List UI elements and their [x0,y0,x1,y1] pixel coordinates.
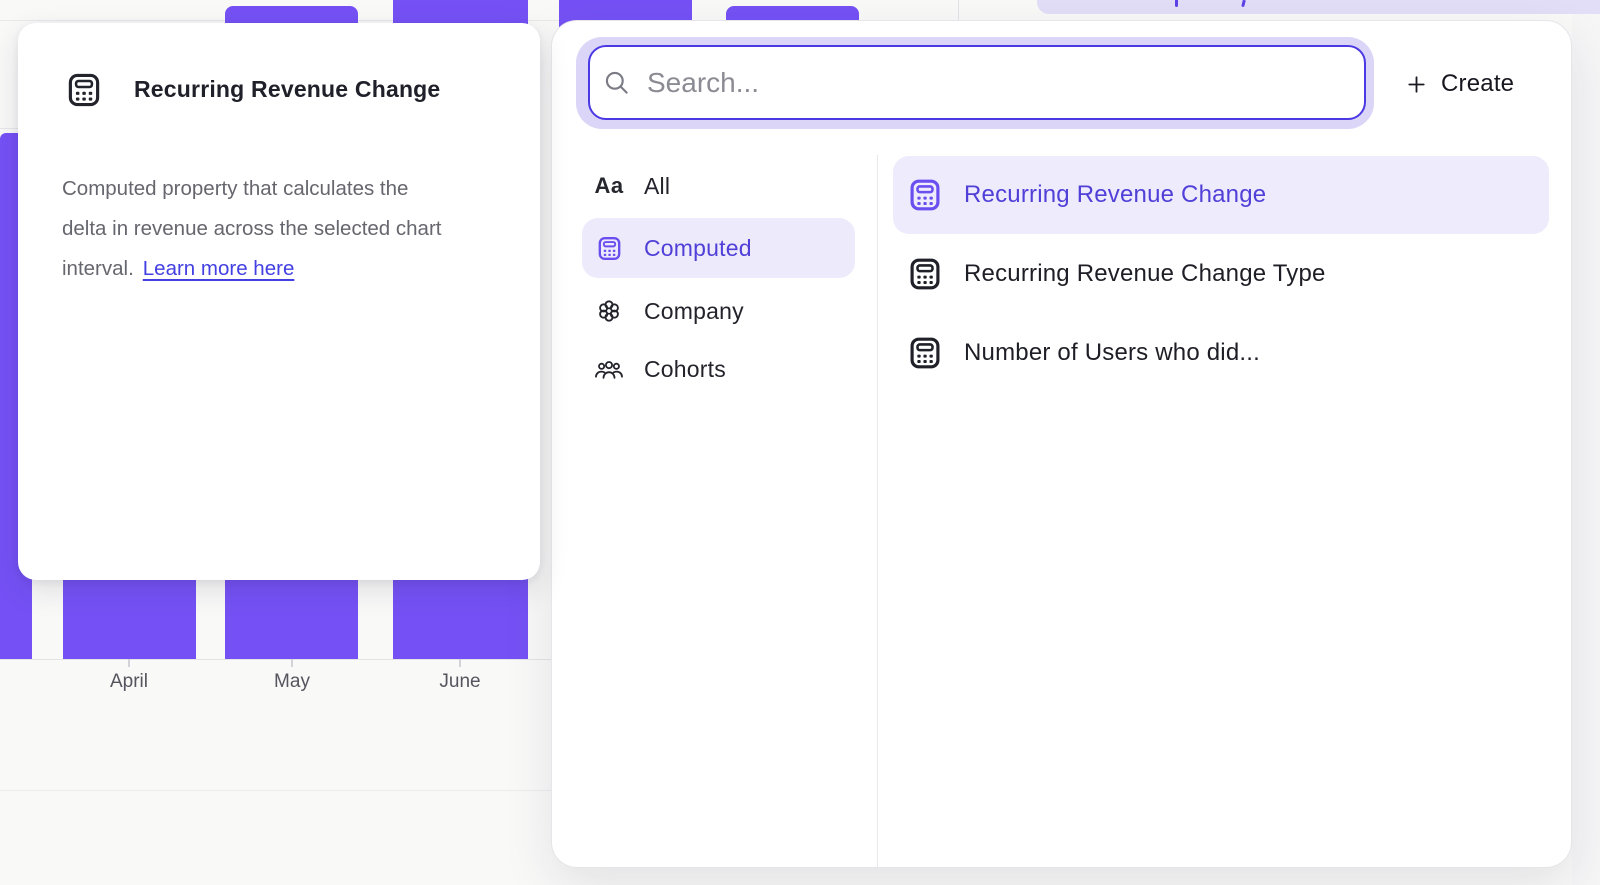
calculator-icon [907,256,943,292]
calculator-icon [594,235,624,262]
chart-config-pill-clipped[interactable] [1037,0,1600,14]
calculator-icon [907,177,943,213]
axis-label-april: April [110,671,148,693]
x-axis-line [0,659,551,660]
chart-vertical-divider [958,0,959,20]
tooltip-description-line1: Computed property that calculates the [62,177,408,200]
create-button-label: Create [1441,70,1514,98]
result-recurring-revenue-change-type[interactable]: Recurring Revenue Change Type [893,235,1549,313]
learn-more-link[interactable]: Learn more here [143,257,295,280]
background-right-strip [1572,0,1600,885]
plus-icon [1405,73,1428,96]
tooltip-description-line3: interval. [62,257,134,280]
category-cohorts-label: Cohorts [644,356,726,383]
category-cohorts[interactable]: Cohorts [582,344,855,394]
property-tooltip-card: Recurring Revenue Change Computed proper… [18,23,540,580]
search-focus-ring [576,37,1374,129]
calculator-icon [65,71,103,109]
company-cluster-icon [594,297,624,325]
search-input[interactable] [647,67,1346,99]
category-company[interactable]: Company [582,286,855,336]
search-field[interactable] [588,45,1366,120]
axis-tick-june [459,659,461,667]
create-button[interactable]: Create [1405,65,1514,103]
chart-gridline-left [0,128,18,129]
result-number-of-users-who-did[interactable]: Number of Users who did... [893,314,1549,392]
text-type-icon: Aa [594,173,624,199]
pill-text-fragment [1241,0,1246,7]
result-label: Recurring Revenue Change [964,181,1266,209]
category-computed-label: Computed [644,235,752,262]
panel-column-divider [877,155,878,867]
category-computed[interactable]: Computed [582,218,855,278]
tooltip-description: Computed property that calculates the de… [62,169,506,289]
axis-tick-april [128,659,130,667]
result-label: Recurring Revenue Change Type [964,260,1326,288]
result-label: Number of Users who did... [964,339,1260,367]
axis-label-june: June [439,671,480,693]
category-company-label: Company [644,298,744,325]
property-picker-panel: Create Aa All Computed [551,20,1572,868]
calculator-icon [907,335,943,371]
axis-tick-may [291,659,293,667]
pill-text-fragment [1175,0,1178,7]
axis-label-may: May [274,671,310,693]
result-recurring-revenue-change[interactable]: Recurring Revenue Change [893,156,1549,234]
search-icon [603,69,630,96]
chart-bottom-divider [0,790,551,791]
category-all-label: All [644,173,670,200]
cohorts-people-icon [594,357,624,382]
screen: April May June Recurring Revenue Change … [0,0,1600,885]
tooltip-title: Recurring Revenue Change [134,76,440,103]
tooltip-description-line2: delta in revenue across the selected cha… [62,217,441,240]
category-all[interactable]: Aa All [582,161,855,211]
